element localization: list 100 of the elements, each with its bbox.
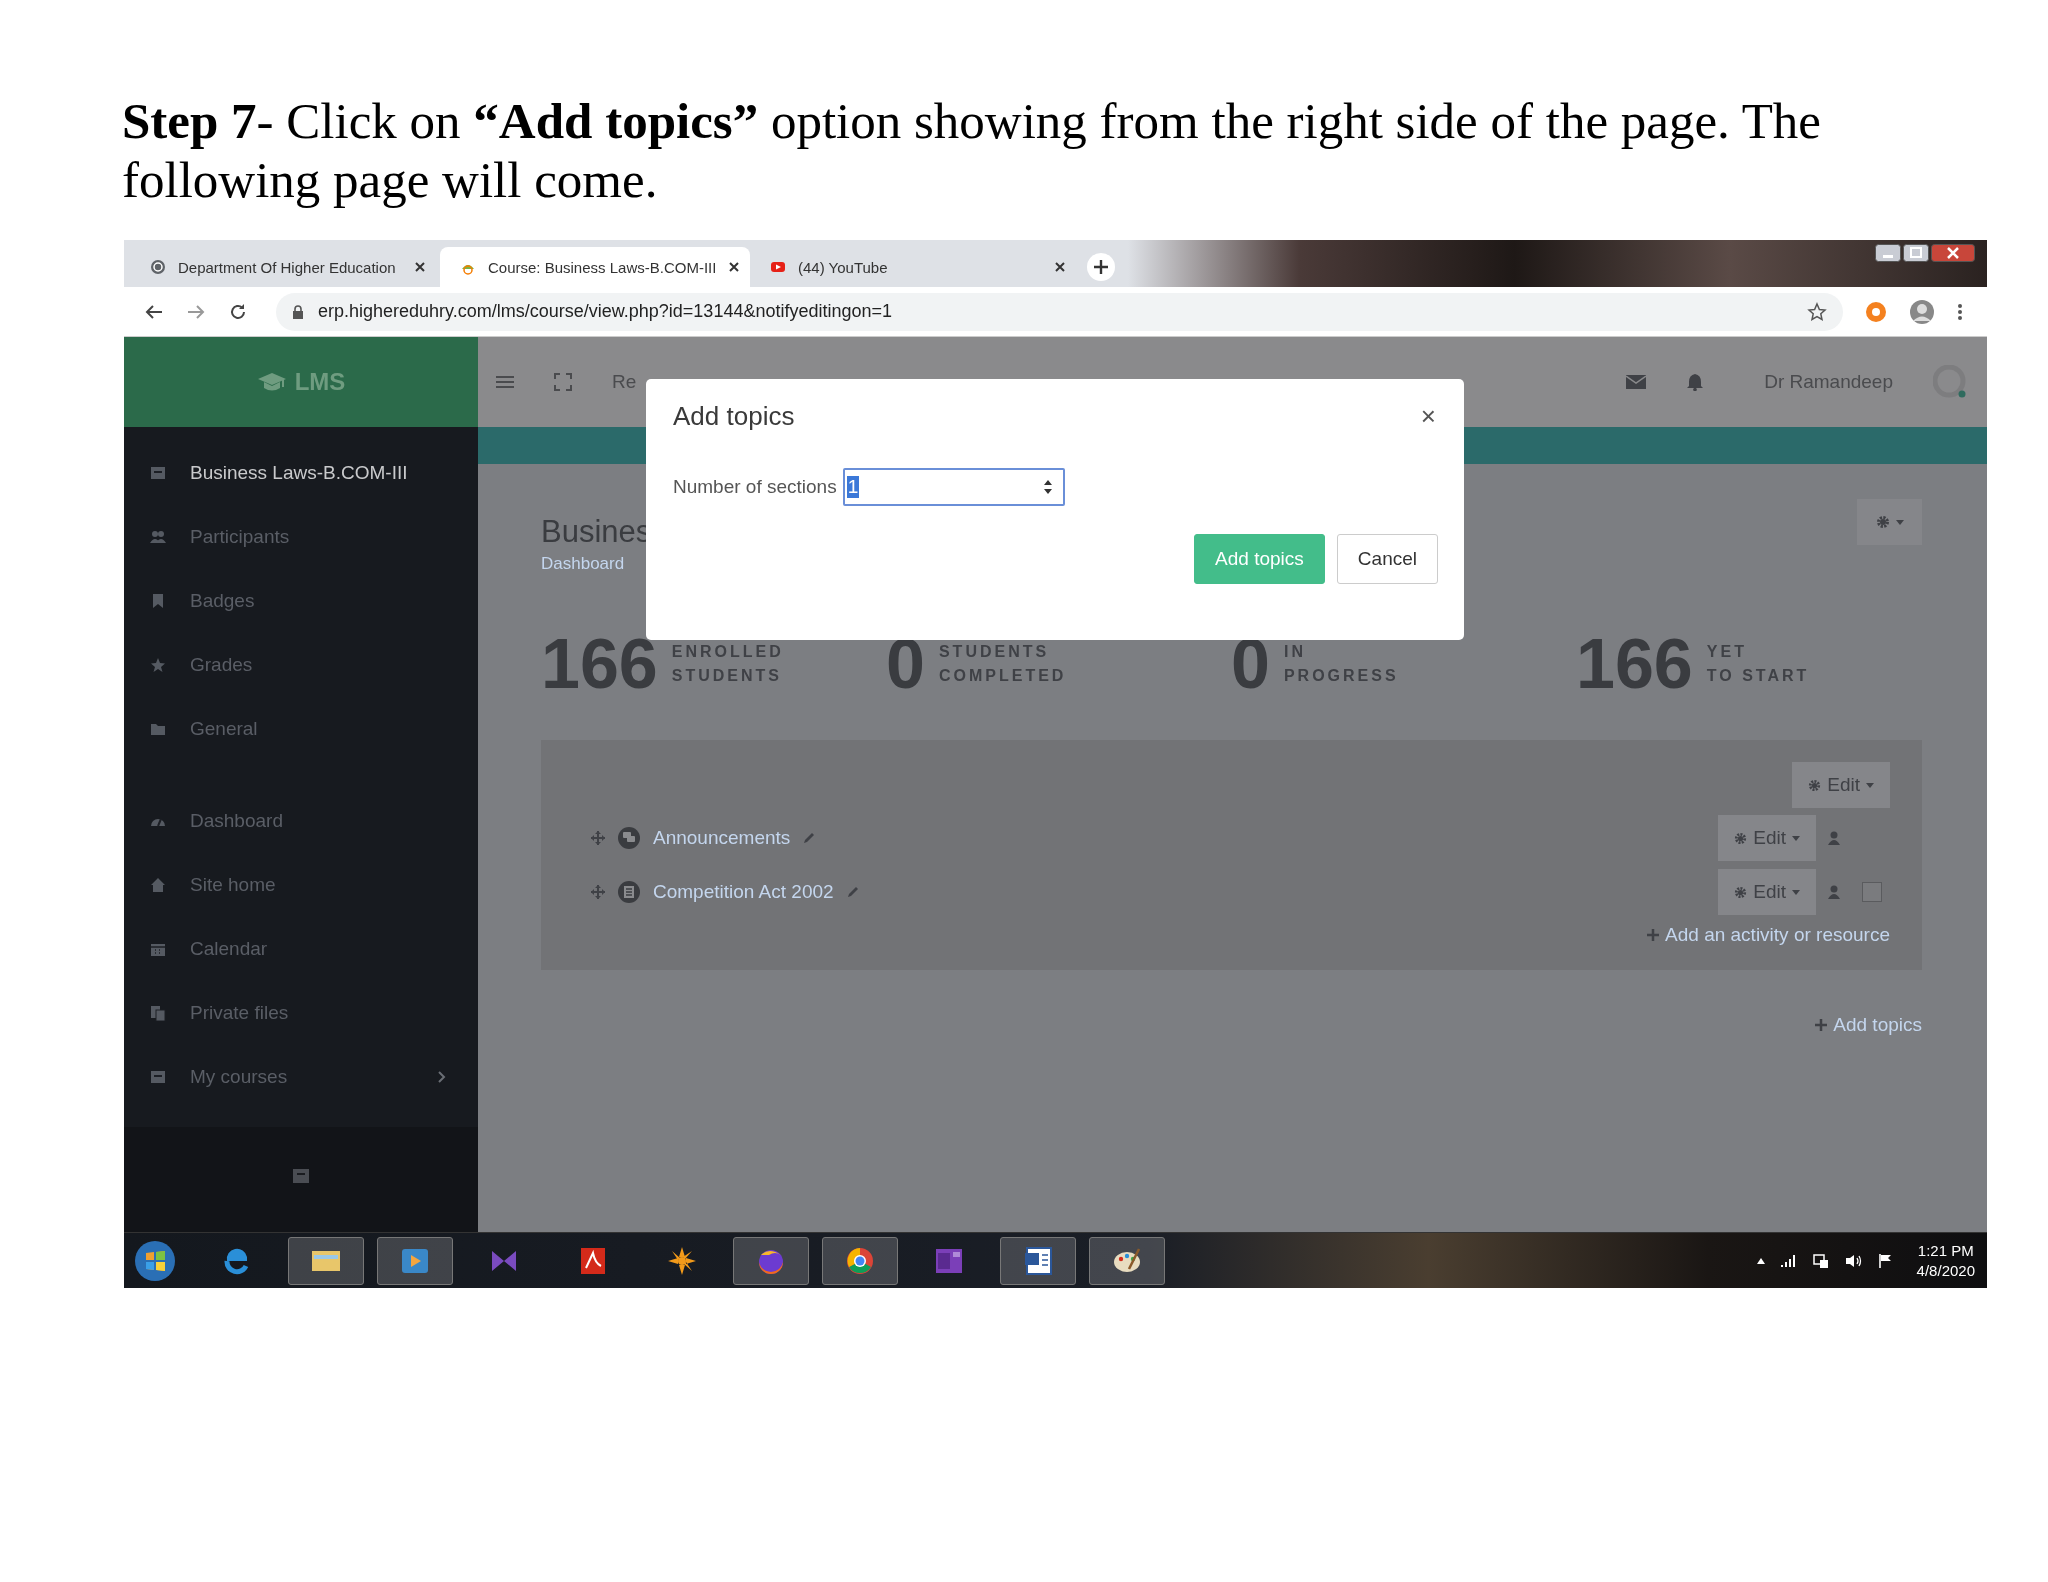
gear-icon <box>1734 831 1748 845</box>
tab-title[interactable]: (44) YouTube <box>798 258 1042 276</box>
tray-arrow-icon[interactable] <box>1756 1257 1765 1264</box>
bell-icon[interactable] <box>1686 373 1705 391</box>
caret-icon <box>1895 519 1904 525</box>
stat-label: COMPLETED <box>938 666 1067 686</box>
gear-icon <box>1875 515 1890 529</box>
caret-icon <box>1792 889 1800 895</box>
media-player-icon[interactable] <box>377 1236 453 1285</box>
folder-icon[interactable] <box>288 1236 364 1285</box>
close-icon[interactable] <box>1054 261 1066 273</box>
stat-label: STUDENTS <box>938 642 1051 662</box>
close-button[interactable]: × <box>1420 401 1436 432</box>
edit-button[interactable]: Edit <box>1718 869 1816 915</box>
flag-icon[interactable] <box>1878 1253 1893 1268</box>
add-topics-link[interactable]: Add topics <box>1815 1014 1922 1036</box>
sidebar-item[interactable]: Dashboard <box>124 789 478 853</box>
plus-icon <box>1815 1019 1828 1031</box>
activity-icon <box>617 826 641 850</box>
cancel-button[interactable]: Cancel <box>1336 534 1438 584</box>
sidebar-item[interactable]: Private files <box>124 981 478 1045</box>
course-title: Busines <box>541 514 652 550</box>
flame-globe-icon[interactable] <box>733 1236 809 1285</box>
sidebar-item[interactable]: Site home <box>124 853 478 917</box>
stat-label: TO START <box>1706 666 1810 686</box>
step-instruction: Step 7- Click on “Add topics” option showing from the right side of the page. The following page will come. <box>122 92 1822 210</box>
browser-tab[interactable]: Department Of Higher Education <box>130 247 440 287</box>
menu-icon[interactable] <box>1957 302 1963 321</box>
fullscreen-icon[interactable] <box>554 373 572 391</box>
nav-text[interactable]: Re <box>612 371 637 393</box>
caret-icon <box>1866 782 1874 788</box>
stat-number: 0 <box>886 624 925 704</box>
address-field[interactable]: erp.highereduhry.com/lms/course/view.php?id=13144&notifyeditingon=1 <box>276 292 1843 331</box>
edit-button[interactable]: Edit <box>1718 815 1816 861</box>
sidebar-item[interactable]: My courses <box>124 1045 478 1109</box>
palette-icon[interactable] <box>1089 1236 1165 1285</box>
plus-icon <box>1647 929 1660 941</box>
new-tab-button[interactable] <box>1086 252 1116 282</box>
stat-label: YET <box>1706 642 1748 662</box>
nav-icon <box>150 529 166 545</box>
browser-tab[interactable]: Course: Business Laws-B.COM-III <box>440 247 750 287</box>
tab-favicon-icon <box>770 259 786 275</box>
start-button[interactable] <box>134 1239 176 1282</box>
sidebar-item[interactable]: Business Laws-B.COM-III <box>124 441 478 505</box>
document-icon[interactable] <box>1000 1236 1076 1285</box>
extension-icon[interactable] <box>1865 300 1887 323</box>
stat-label: IN <box>1283 642 1307 662</box>
field-label: Number of sections <box>673 476 837 498</box>
spinner-icon[interactable] <box>1042 479 1053 495</box>
nav-icon <box>150 465 166 481</box>
gear-icon <box>1734 885 1748 899</box>
nav-icon <box>150 941 166 957</box>
dialog-title: Add topics <box>673 401 795 432</box>
stat-number: 166 <box>1576 624 1693 704</box>
sidebar-item[interactable]: Participants <box>124 505 478 569</box>
stat-number: 166 <box>541 624 658 704</box>
number-field[interactable]: 1 <box>842 468 1065 506</box>
circle-rings-icon[interactable] <box>822 1236 898 1285</box>
user-name[interactable]: Dr Ramandeep <box>1764 371 1893 393</box>
completion-checkbox[interactable] <box>1862 882 1882 902</box>
network-icon[interactable] <box>1812 1252 1829 1269</box>
sidebar-item[interactable]: Badges <box>124 569 478 633</box>
nav-icon <box>150 657 166 673</box>
site-logo[interactable]: LMS <box>294 368 346 396</box>
graduation-cap-icon <box>256 371 287 393</box>
sidebar-item[interactable]: Calendar <box>124 917 478 981</box>
clock[interactable]: 1:21 PM 4/8/2020 <box>1916 1240 1975 1281</box>
add-activity-link[interactable]: Add an activity or resource <box>1647 924 1890 946</box>
minimize-button[interactable] <box>1875 244 1901 262</box>
nav-icon <box>150 1069 166 1085</box>
activity-link[interactable]: Competition Act 2002 <box>653 881 834 903</box>
activity-icon <box>617 880 641 904</box>
close-icon[interactable] <box>728 261 741 273</box>
star-icon[interactable] <box>1807 301 1827 322</box>
close-icon[interactable] <box>414 261 426 273</box>
stat-number: 0 <box>1231 624 1270 704</box>
tab-title[interactable]: Department Of Higher Education <box>178 258 402 276</box>
nav-icon <box>150 877 166 893</box>
activity-link[interactable]: Announcements <box>653 827 791 849</box>
volume-icon[interactable] <box>1844 1253 1863 1268</box>
profile-avatar-icon[interactable] <box>1909 298 1935 325</box>
add-topics-button[interactable]: Add topics <box>1194 534 1325 584</box>
sidebar-item[interactable]: General <box>124 697 478 761</box>
sidebar-item[interactable]: Grades <box>124 633 478 697</box>
caret-icon <box>1792 835 1800 841</box>
settings-button[interactable] <box>1857 499 1922 545</box>
gear-icon <box>1808 778 1822 792</box>
url-text: erp.highereduhry.com/lms/course/view.php?id=13144&notifyeditingon=1 <box>318 301 893 322</box>
nav-icon <box>150 1005 166 1021</box>
browser-tab[interactable]: (44) YouTube <box>750 247 1080 287</box>
edit-button[interactable]: Edit <box>1792 762 1890 808</box>
signal-icon[interactable] <box>1780 1254 1797 1267</box>
nav-icon <box>150 721 166 737</box>
stat-label: STUDENTS <box>671 666 784 686</box>
nav-icon <box>150 593 166 609</box>
envelope-icon[interactable] <box>1626 375 1647 389</box>
tab-title[interactable]: Course: Business Laws-B.COM-III <box>488 258 717 276</box>
stat-label: ENROLLED <box>671 642 784 662</box>
restore-button[interactable] <box>1903 244 1929 262</box>
close-button[interactable] <box>1931 244 1975 262</box>
